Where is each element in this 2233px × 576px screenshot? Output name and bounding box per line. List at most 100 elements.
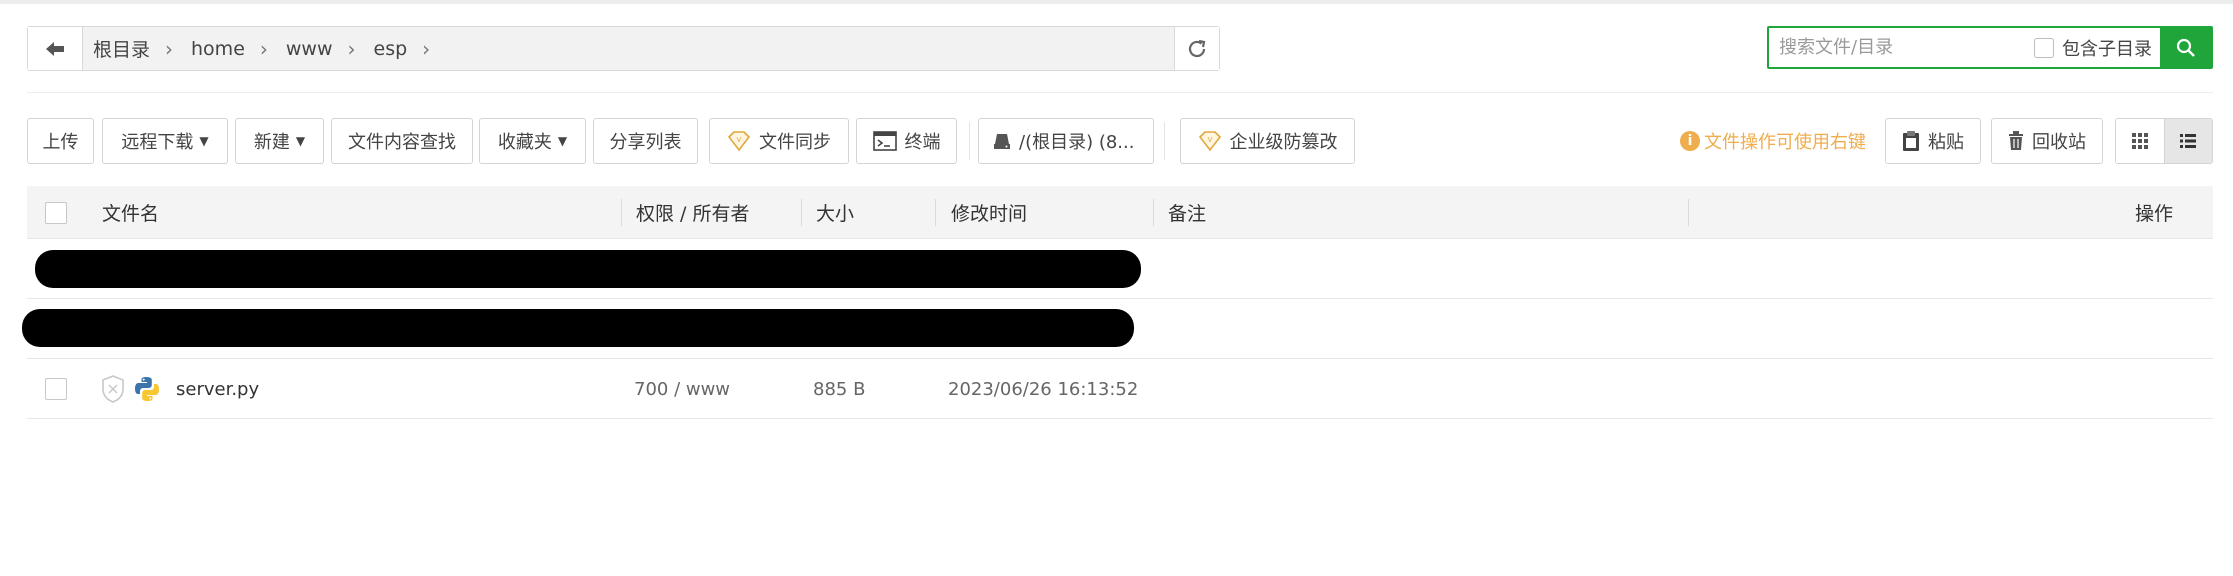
refresh-icon	[1188, 39, 1206, 57]
chevron-right-icon[interactable]: ›	[422, 37, 430, 61]
trash-icon	[2008, 131, 2024, 151]
right-click-tip: i 文件操作可使用右键	[1680, 118, 1866, 164]
content-search-button[interactable]: 文件内容查找	[331, 118, 473, 164]
list-view-button[interactable]	[2163, 119, 2212, 163]
shield-icon[interactable]	[100, 374, 126, 404]
search-button[interactable]	[2160, 28, 2211, 67]
remote-download-label: 远程下载	[121, 132, 194, 153]
upload-label: 上传	[42, 132, 79, 153]
include-subdir-toggle[interactable]: 包含子目录	[2034, 28, 2160, 67]
grid-view-button[interactable]	[2116, 119, 2164, 163]
toolbar-divider	[1164, 122, 1165, 160]
breadcrumb-item-www[interactable]: www	[286, 38, 333, 60]
table-row[interactable]: server.py 700 / www 885 B 2023/06/26 16:…	[27, 359, 2213, 419]
favorites-label: 收藏夹	[497, 132, 552, 153]
share-list-button[interactable]: 分享列表	[593, 118, 698, 164]
tamper-shield-cell	[100, 359, 126, 419]
back-button[interactable]	[28, 27, 83, 70]
size-cell: 885 B	[813, 359, 865, 419]
permission-owner-label: 700 / www	[634, 378, 731, 400]
toolbar-divider	[969, 122, 970, 160]
tip-label: 文件操作可使用右键	[1704, 132, 1866, 153]
chevron-down-icon: ▼	[295, 134, 306, 148]
content-search-label: 文件内容查找	[348, 132, 456, 153]
redacted-content	[35, 250, 1141, 288]
column-divider	[1688, 199, 1689, 226]
header-remark: 备注	[1168, 186, 1206, 239]
row-checkbox[interactable]	[45, 378, 67, 400]
info-icon: i	[1680, 131, 1700, 151]
svg-text:V: V	[1207, 136, 1212, 144]
column-divider	[935, 199, 936, 226]
hard-disk-icon	[993, 132, 1011, 150]
header-modified-label: 修改时间	[951, 203, 1028, 225]
remote-download-button[interactable]: 远程下载 ▼	[102, 118, 228, 164]
divider	[27, 92, 2213, 93]
svg-text:V: V	[737, 136, 742, 144]
header-size[interactable]: 大小	[816, 186, 854, 239]
upload-button[interactable]: 上传	[27, 118, 94, 164]
path-bar: 根目录 › home › www › esp ›	[27, 26, 1220, 71]
diamond-icon: V	[1198, 130, 1222, 152]
file-type-cell	[133, 359, 161, 419]
header-size-label: 大小	[816, 203, 855, 225]
header-remark-label: 备注	[1168, 203, 1207, 225]
grid-icon	[2131, 133, 2148, 149]
file-name[interactable]: server.py	[176, 359, 259, 419]
breadcrumb-item-esp[interactable]: esp	[374, 38, 408, 60]
share-list-label: 分享列表	[609, 132, 682, 153]
modified-label: 2023/06/26 16:13:52	[948, 378, 1139, 400]
search-input[interactable]	[1769, 28, 2034, 67]
clipboard-icon	[1902, 130, 1920, 152]
header-permission-owner-label: 权限 / 所有者	[636, 203, 750, 225]
terminal-button[interactable]: 终端	[856, 118, 957, 164]
header-permission-owner[interactable]: 权限 / 所有者	[636, 186, 749, 239]
terminal-label: 终端	[904, 132, 941, 153]
breadcrumb-item-home[interactable]: home	[191, 38, 245, 60]
breadcrumb-item-root[interactable]: 根目录	[93, 35, 150, 62]
include-subdir-checkbox[interactable]	[2034, 37, 2054, 58]
column-divider	[621, 199, 622, 226]
column-divider	[801, 199, 802, 226]
disk-button[interactable]: /(根目录) (8...	[978, 118, 1154, 164]
paste-label: 粘贴	[1928, 132, 1964, 153]
size-label: 885 B	[813, 378, 866, 400]
header-name-label: 文件名	[102, 203, 160, 225]
search-box: 包含子目录	[1767, 26, 2213, 69]
chevron-right-icon: ›	[165, 36, 174, 61]
permission-owner-cell[interactable]: 700 / www	[634, 359, 730, 419]
select-all-checkbox[interactable]	[45, 201, 67, 224]
list-icon	[2180, 134, 2197, 148]
breadcrumb-label: home	[191, 37, 245, 60]
redacted-content	[22, 309, 1134, 347]
breadcrumb: 根目录 › home › www › esp ›	[83, 27, 1174, 70]
terminal-icon	[872, 131, 897, 151]
recycle-bin-button[interactable]: 回收站	[1991, 118, 2103, 164]
refresh-button[interactable]	[1174, 27, 1219, 70]
file-sync-label: 文件同步	[759, 132, 831, 153]
table-row[interactable]	[22, 299, 2213, 359]
favorites-button[interactable]: 收藏夹 ▼	[479, 118, 586, 164]
view-switch	[2115, 118, 2213, 164]
breadcrumb-label: www	[285, 37, 333, 60]
tamper-proof-button[interactable]: V 企业级防篡改	[1180, 118, 1355, 164]
toolbar: 上传 远程下载 ▼ 新建 ▼ 文件内容查找 收藏夹 ▼ 分享列表 V 文件同步 …	[27, 118, 2213, 164]
breadcrumb-label: 根目录	[93, 39, 151, 61]
chevron-down-icon: ▼	[199, 134, 209, 148]
file-sync-button[interactable]: V 文件同步	[709, 118, 849, 164]
arrow-left-icon	[46, 41, 64, 56]
new-button[interactable]: 新建 ▼	[235, 118, 324, 164]
chevron-right-icon: ›	[347, 36, 356, 61]
header-modified[interactable]: 修改时间	[951, 186, 1027, 239]
file-table-header: 文件名 权限 / 所有者 大小 修改时间 备注 操作	[27, 186, 2213, 239]
new-label: 新建	[253, 132, 290, 153]
table-row[interactable]	[27, 239, 2213, 299]
paste-button[interactable]: 粘贴	[1885, 118, 1981, 164]
header-actions-label: 操作	[2135, 203, 2174, 225]
row-select-cell	[45, 359, 67, 419]
tamper-proof-label: 企业级防篡改	[1229, 132, 1338, 153]
select-all-cell	[45, 186, 67, 239]
recycle-bin-label: 回收站	[2032, 132, 2086, 153]
include-subdir-label: 包含子目录	[2062, 38, 2152, 60]
header-name[interactable]: 文件名	[102, 186, 159, 239]
